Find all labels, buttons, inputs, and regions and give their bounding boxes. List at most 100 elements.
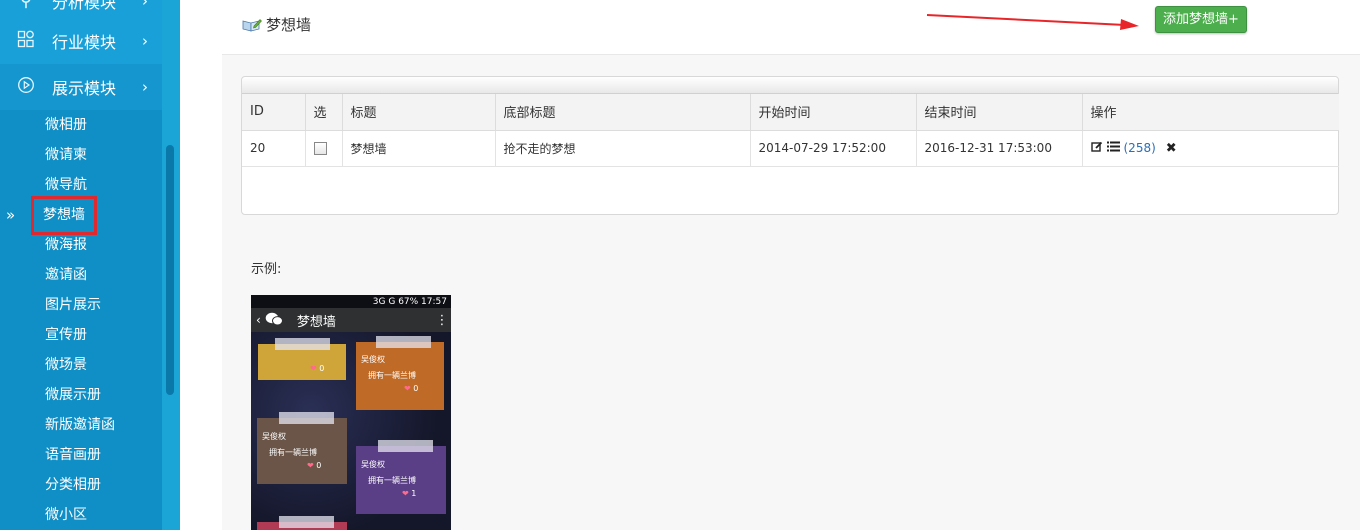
note-author: 吴俊权 bbox=[262, 432, 286, 441]
entry-count-link[interactable]: (258) bbox=[1124, 141, 1156, 155]
column-header-select: 选 bbox=[305, 94, 343, 131]
sidebar-item-poster[interactable]: 微海报 bbox=[0, 230, 162, 260]
annotation-arrow bbox=[926, 14, 1139, 30]
dream-note: 吴俊权 拥有一辆兰博 ❤ 0 bbox=[356, 336, 444, 410]
sidebar-item-label: 分类相册 bbox=[45, 477, 101, 493]
sidebar-item-label: 邀请函 bbox=[45, 267, 87, 283]
tape bbox=[376, 336, 431, 348]
column-header-start-time: 开始时间 bbox=[750, 94, 917, 131]
cell-bottom-title: 抢不走的梦想 bbox=[495, 130, 751, 167]
heart-icon: ❤ bbox=[310, 364, 317, 373]
like-count: 0 bbox=[413, 384, 419, 393]
module-label: 展示模块 bbox=[52, 79, 117, 98]
sidebar-item-label: 语音画册 bbox=[45, 447, 101, 463]
cell-actions: (258) ✖ bbox=[1082, 130, 1339, 167]
heart-icon: ❤ bbox=[402, 489, 409, 498]
sidebar-scrollbar-thumb[interactable] bbox=[166, 145, 174, 395]
heart-icon: ❤ bbox=[307, 461, 314, 470]
sidebar-item-album[interactable]: 微相册 bbox=[0, 110, 162, 140]
sidebar-item-invite-letter[interactable]: 邀请函 bbox=[0, 260, 162, 290]
cell-title: 梦想墙 bbox=[342, 130, 496, 167]
module-label: 行业模块 bbox=[52, 33, 117, 52]
sidebar-item-scene[interactable]: 微场景 bbox=[0, 350, 162, 380]
row-checkbox[interactable] bbox=[313, 142, 327, 155]
column-header-actions: 操作 bbox=[1082, 94, 1339, 131]
note-likes: ❤ 0 bbox=[404, 384, 418, 393]
display-submenu: 微相册 微请柬 微导航 » 梦想墙 微海报 邀请函 图片展示 宣传册 微场景 微… bbox=[0, 110, 162, 530]
note-text: 拥有一辆兰博 bbox=[368, 476, 416, 485]
chevron-right-icon: › bbox=[142, 0, 148, 10]
chevron-right-icon: › bbox=[142, 78, 148, 96]
dream-note: 吴俊权 拥有一辆兰博 ❤ 0 bbox=[257, 412, 347, 484]
note-likes: ❤ 1 bbox=[402, 489, 416, 498]
sidebar-item-label: 宣传册 bbox=[45, 327, 87, 343]
sidebar-item-new-invite[interactable]: 新版邀请函 bbox=[0, 410, 162, 440]
table-header-row: ID 选 标题 底部标题 开始时间 结束时间 操作 bbox=[242, 94, 1339, 131]
phone-title: 梦想墙 bbox=[296, 314, 336, 330]
phone-status-bar: 3G G 67% 17:57 bbox=[251, 295, 451, 308]
note-text: 拥有一辆兰博 bbox=[368, 371, 416, 380]
sidebar-item-label: 微相册 bbox=[45, 117, 87, 133]
sidebar-item-label: 微海报 bbox=[45, 237, 87, 253]
note-author: 吴俊权 bbox=[361, 460, 385, 469]
note-text: 拥有一辆兰博 bbox=[269, 448, 317, 457]
add-dream-wall-button[interactable]: 添加梦想墙+ bbox=[1155, 6, 1247, 33]
delete-icon[interactable]: ✖ bbox=[1166, 141, 1177, 156]
book-edit-icon bbox=[242, 18, 262, 32]
page-title: 梦想墙 bbox=[266, 16, 312, 34]
column-header-bottom-title: 底部标题 bbox=[495, 94, 751, 131]
note-author: 吴俊权 bbox=[361, 355, 385, 364]
cell-id: 20 bbox=[242, 130, 306, 167]
example-label: 示例: bbox=[251, 262, 282, 277]
chevron-right-icon: › bbox=[142, 32, 148, 50]
sidebar-item-label: 图片展示 bbox=[45, 297, 101, 313]
phone-status-text: 3G G 67% 17:57 bbox=[372, 296, 447, 307]
sidebar-item-dream-wall[interactable]: » 梦想墙 bbox=[0, 196, 162, 235]
cell-end-time: 2016-12-31 17:53:00 bbox=[916, 130, 1083, 167]
tape bbox=[279, 516, 334, 528]
sidebar-item-brochure[interactable]: 宣传册 bbox=[0, 320, 162, 350]
sidebar-item-label: 微场景 bbox=[45, 357, 87, 373]
dream-note: ❤ 0 bbox=[258, 338, 346, 380]
current-marker-icon: » bbox=[6, 206, 16, 224]
dream-wall-preview: ❤ 0 吴俊权 拥有一辆兰博 ❤ 0 吴俊权 拥有一辆兰博 ❤ 0 吴俊权 拥有… bbox=[251, 332, 451, 530]
list-icon[interactable] bbox=[1106, 141, 1120, 155]
sidebar-module-display[interactable]: 展示模块 › bbox=[0, 64, 162, 110]
tape bbox=[378, 440, 433, 452]
sidebar-item-category-album[interactable]: 分类相册 bbox=[0, 470, 162, 500]
note-likes: ❤ 0 bbox=[307, 461, 321, 470]
dream-wall-table: ID 选 标题 底部标题 开始时间 结束时间 操作 20 梦想墙 抢不走的梦想 … bbox=[242, 94, 1339, 167]
sidebar-item-label: 微展示册 bbox=[45, 387, 101, 403]
sidebar-item-voice-album[interactable]: 语音画册 bbox=[0, 440, 162, 470]
sidebar-item-showcase[interactable]: 微展示册 bbox=[0, 380, 162, 410]
play-circle-icon bbox=[0, 76, 52, 99]
more-icon: ⋮ bbox=[435, 312, 449, 328]
back-icon: ‹ bbox=[256, 313, 261, 327]
wechat-icon bbox=[265, 312, 283, 329]
tape bbox=[275, 338, 330, 350]
dream-note: 吴俊权 拥有一辆兰博 ❤ 1 bbox=[356, 440, 446, 514]
cell-start-time: 2014-07-29 17:52:00 bbox=[750, 130, 917, 167]
sidebar-item-label: 微小区 bbox=[45, 507, 87, 523]
heart-icon: ❤ bbox=[404, 384, 411, 393]
sidebar-item-community[interactable]: 微小区 bbox=[0, 500, 162, 530]
sidebar-item-label: 微导航 bbox=[45, 177, 87, 193]
like-count: 1 bbox=[411, 489, 417, 498]
sidebar-item-invitation[interactable]: 微请柬 bbox=[0, 140, 162, 170]
sidebar-panel: ⚲ 分析模块 › 行业模块 › 展示模块 › 微相册 微请柬 微导航 » 梦想墙 bbox=[0, 0, 162, 530]
example-phone-screenshot: 3G G 67% 17:57 ‹ 梦想墙 ⋮ ❤ 0 吴俊权 拥有一辆兰博 ❤ … bbox=[251, 295, 451, 530]
sidebar-item-label: 微请柬 bbox=[45, 147, 87, 163]
panel-header bbox=[242, 77, 1338, 94]
column-header-id: ID bbox=[242, 94, 306, 131]
stats-icon: ⚲ bbox=[19, 0, 33, 11]
dream-note bbox=[257, 516, 347, 530]
sidebar-item-image-display[interactable]: 图片展示 bbox=[0, 290, 162, 320]
column-header-title: 标题 bbox=[342, 94, 496, 131]
sidebar-module-industry[interactable]: 行业模块 › bbox=[0, 18, 162, 64]
page-title-wrap: 梦想墙 bbox=[242, 14, 311, 35]
edit-icon[interactable] bbox=[1090, 141, 1103, 156]
sidebar-item-label: 新版邀请函 bbox=[45, 417, 115, 433]
column-header-end-time: 结束时间 bbox=[916, 94, 1083, 131]
module-label: 分析模块 bbox=[52, 0, 117, 12]
like-count: 0 bbox=[316, 461, 322, 470]
